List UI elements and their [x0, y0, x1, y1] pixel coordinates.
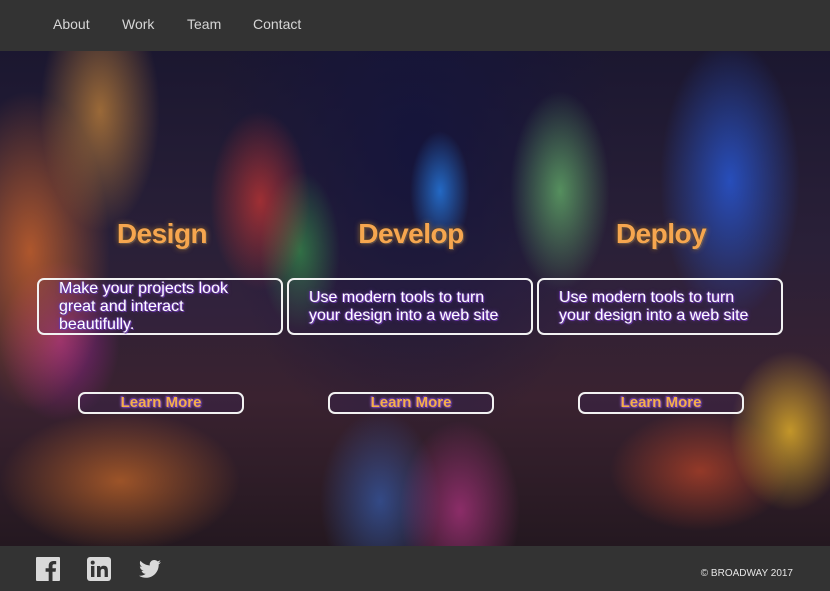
- design-description: Make your projects look great and intera…: [37, 278, 283, 335]
- deploy-title: Deploy: [615, 218, 707, 249]
- facebook-icon[interactable]: [36, 557, 60, 581]
- design-learn-more-button[interactable]: Learn More: [78, 392, 244, 414]
- nav-link-team[interactable]: Team: [187, 16, 221, 32]
- hero-background: Design Make your projects look great and…: [0, 51, 830, 546]
- deploy-learn-more-button[interactable]: Learn More: [578, 392, 744, 414]
- develop-learn-more-button[interactable]: Learn More: [328, 392, 494, 414]
- design-title: Design: [116, 218, 208, 249]
- linkedin-icon[interactable]: [87, 557, 111, 581]
- top-nav: About Work Team Contact: [0, 0, 830, 51]
- nav-link-contact[interactable]: Contact: [253, 16, 301, 32]
- develop-description: Use modern tools to turn your design int…: [287, 278, 533, 335]
- develop-title: Develop: [358, 218, 464, 249]
- nav-link-about[interactable]: About: [53, 16, 90, 32]
- deploy-description: Use modern tools to turn your design int…: [537, 278, 783, 335]
- footer: © BROADWAY 2017: [0, 546, 830, 591]
- nav-link-work[interactable]: Work: [122, 16, 154, 32]
- twitter-icon[interactable]: [138, 557, 162, 581]
- copyright-text: © BROADWAY 2017: [700, 568, 793, 579]
